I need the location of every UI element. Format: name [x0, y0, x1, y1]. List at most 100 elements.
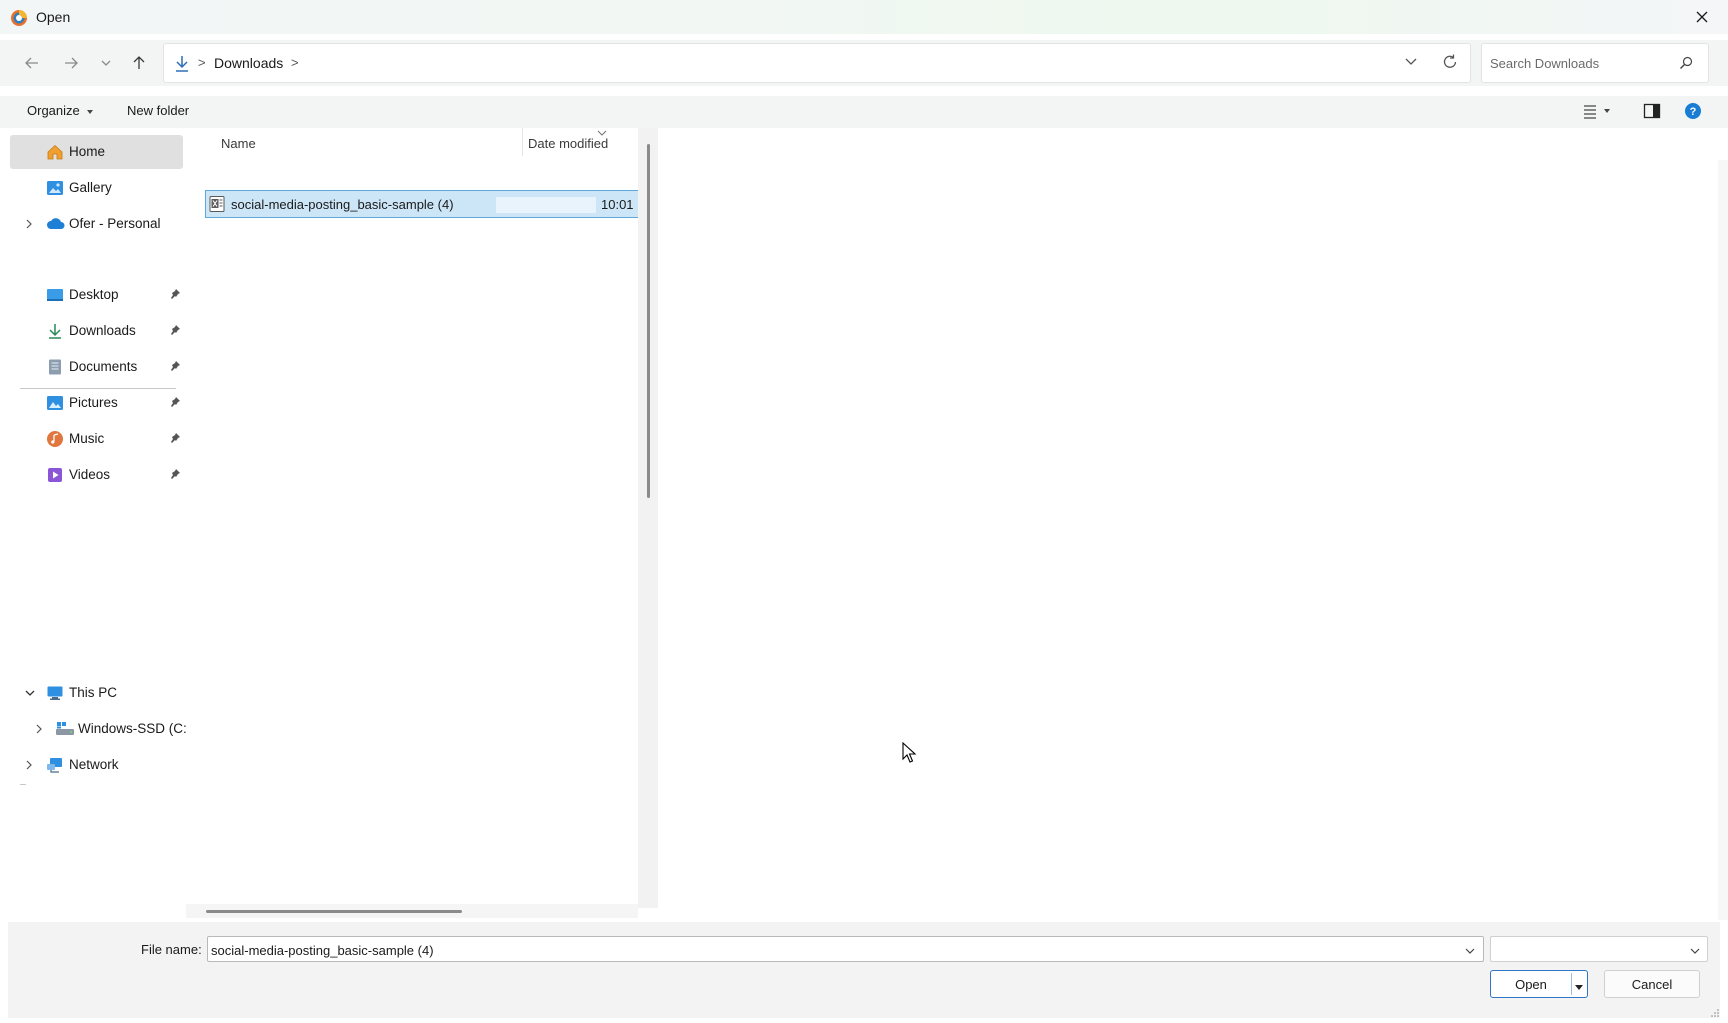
chevron-down-icon[interactable]	[1464, 944, 1476, 959]
file-date-modified: 10:01	[601, 197, 634, 212]
chevron-right-icon[interactable]	[24, 759, 34, 774]
nav-item-label: Documents	[69, 359, 138, 374]
documents-icon	[46, 358, 64, 376]
cancel-button[interactable]: Cancel	[1604, 970, 1700, 998]
nav-item-downloads[interactable]: Downloads	[10, 314, 184, 348]
refresh-icon[interactable]	[1441, 53, 1459, 74]
search-icon[interactable]	[1678, 55, 1694, 74]
close-icon[interactable]	[1690, 4, 1714, 30]
nav-item-videos[interactable]: Videos	[10, 458, 184, 492]
search-box[interactable]	[1481, 43, 1709, 83]
column-header-name[interactable]: Name	[221, 136, 256, 151]
nav-item-this-pc[interactable]: This PC	[10, 676, 184, 710]
back-arrow-icon[interactable]	[21, 52, 43, 74]
chevron-down-icon[interactable]	[1689, 944, 1701, 959]
address-history-chevron-icon[interactable]	[1403, 53, 1419, 72]
nav-item-label: Desktop	[69, 287, 119, 302]
window-edge	[1718, 160, 1728, 920]
pin-icon[interactable]	[169, 324, 181, 339]
file-list-horizontal-scrollbar[interactable]	[186, 904, 638, 918]
nav-item-label: Videos	[69, 467, 111, 482]
nav-item-documents[interactable]: Documents	[10, 350, 184, 384]
file-name-input[interactable]	[211, 941, 1451, 959]
chevron-down-icon[interactable]	[24, 687, 36, 702]
open-button[interactable]: Open	[1490, 970, 1588, 998]
file-name-label: File name:	[141, 942, 202, 957]
chevron-right-icon[interactable]	[34, 723, 44, 738]
organize-button[interactable]: Organize	[27, 103, 94, 118]
recent-locations-chevron-icon[interactable]	[95, 52, 117, 74]
window-title: Open	[36, 9, 71, 25]
nav-item-label: Pictures	[69, 395, 118, 410]
onedrive-cloud-icon	[46, 215, 65, 233]
scrollbar-thumb[interactable]	[206, 910, 462, 913]
file-row[interactable]: social-media-posting_basic-sample (4) 10…	[205, 190, 639, 218]
view-options-icon[interactable]	[1582, 102, 1618, 123]
chevron-right-icon[interactable]	[24, 218, 34, 233]
nav-item-label: This PC	[69, 685, 118, 700]
nav-item-label: Network	[69, 757, 119, 772]
open-button-label: Open	[1515, 977, 1547, 992]
drive-icon	[55, 720, 74, 738]
nav-item-label: Ofer - Personal	[69, 216, 161, 231]
file-name: social-media-posting_basic-sample (4)	[231, 197, 454, 212]
mouse-cursor-icon	[902, 741, 918, 767]
pin-icon[interactable]	[169, 432, 181, 447]
file-type-cell	[496, 197, 596, 213]
search-input[interactable]	[1490, 53, 1670, 73]
preview-pane-icon[interactable]	[1643, 102, 1661, 123]
download-icon	[174, 55, 190, 76]
nav-item-label: Downloads	[69, 323, 136, 338]
navigation-divider	[20, 784, 26, 785]
pin-icon[interactable]	[169, 360, 181, 375]
pictures-icon	[46, 394, 64, 412]
column-divider[interactable]	[522, 128, 523, 156]
file-type-select[interactable]	[1490, 936, 1708, 962]
nav-item-ofer-personal[interactable]: Ofer - Personal	[10, 207, 184, 241]
breadcrumb-separator[interactable]: >	[291, 55, 299, 70]
pin-icon[interactable]	[169, 468, 181, 483]
open-dropdown-icon[interactable]	[1574, 980, 1584, 995]
file-name-bar: File name: Open Cancel	[8, 922, 1720, 1018]
nav-item-music[interactable]: Music	[10, 422, 184, 456]
split-divider	[1571, 973, 1572, 995]
column-header-date-modified[interactable]: Date modified	[528, 136, 608, 151]
title-bar: Open	[0, 0, 1728, 34]
breadcrumb-downloads[interactable]: Downloads	[214, 55, 283, 71]
nav-item-gallery[interactable]: Gallery	[10, 171, 184, 205]
pin-icon[interactable]	[169, 396, 181, 411]
nav-item-pictures[interactable]: Pictures	[10, 386, 184, 420]
up-arrow-icon[interactable]	[128, 52, 150, 74]
navigation-bar: > Downloads >	[0, 40, 1728, 86]
computer-icon	[46, 684, 64, 702]
resize-grip-icon[interactable]	[1710, 1006, 1720, 1021]
navigation-pane: Home Gallery Ofer - Personal Desktop Dow…	[0, 128, 187, 908]
command-bar: Organize New folder ?	[0, 96, 1728, 128]
pin-icon[interactable]	[169, 288, 181, 303]
help-icon[interactable]: ?	[1684, 102, 1702, 123]
nav-item-home[interactable]: Home	[10, 135, 183, 169]
nav-item-desktop[interactable]: Desktop	[10, 278, 184, 312]
file-list-vertical-scrollbar[interactable]	[638, 128, 658, 908]
forward-arrow-icon[interactable]	[60, 52, 82, 74]
nav-item-windows-ssd[interactable]: Windows-SSD (C:	[10, 712, 187, 746]
breadcrumb-separator: >	[198, 55, 206, 70]
open-file-dialog: Open > Downloads > Search Downloads Orga…	[0, 0, 1728, 1023]
home-icon	[46, 143, 64, 161]
excel-file-icon	[208, 195, 226, 216]
nav-item-network[interactable]: Network	[10, 748, 184, 782]
organize-dropdown-icon	[87, 109, 94, 114]
nav-item-label: Gallery	[69, 180, 112, 195]
address-bar[interactable]: > Downloads >	[163, 43, 1471, 83]
new-folder-button[interactable]: New folder	[127, 103, 189, 118]
scrollbar-thumb[interactable]	[647, 144, 650, 498]
videos-icon	[46, 466, 64, 484]
file-name-combobox[interactable]	[207, 936, 1484, 962]
file-list: Name Date modified social-media-posting_…	[186, 128, 639, 908]
nav-item-label: Music	[69, 431, 105, 446]
svg-text:?: ?	[1690, 106, 1697, 118]
organize-label: Organize	[27, 103, 80, 118]
download-icon	[46, 322, 64, 340]
preview-pane	[658, 128, 1720, 908]
cancel-button-label: Cancel	[1631, 977, 1673, 992]
